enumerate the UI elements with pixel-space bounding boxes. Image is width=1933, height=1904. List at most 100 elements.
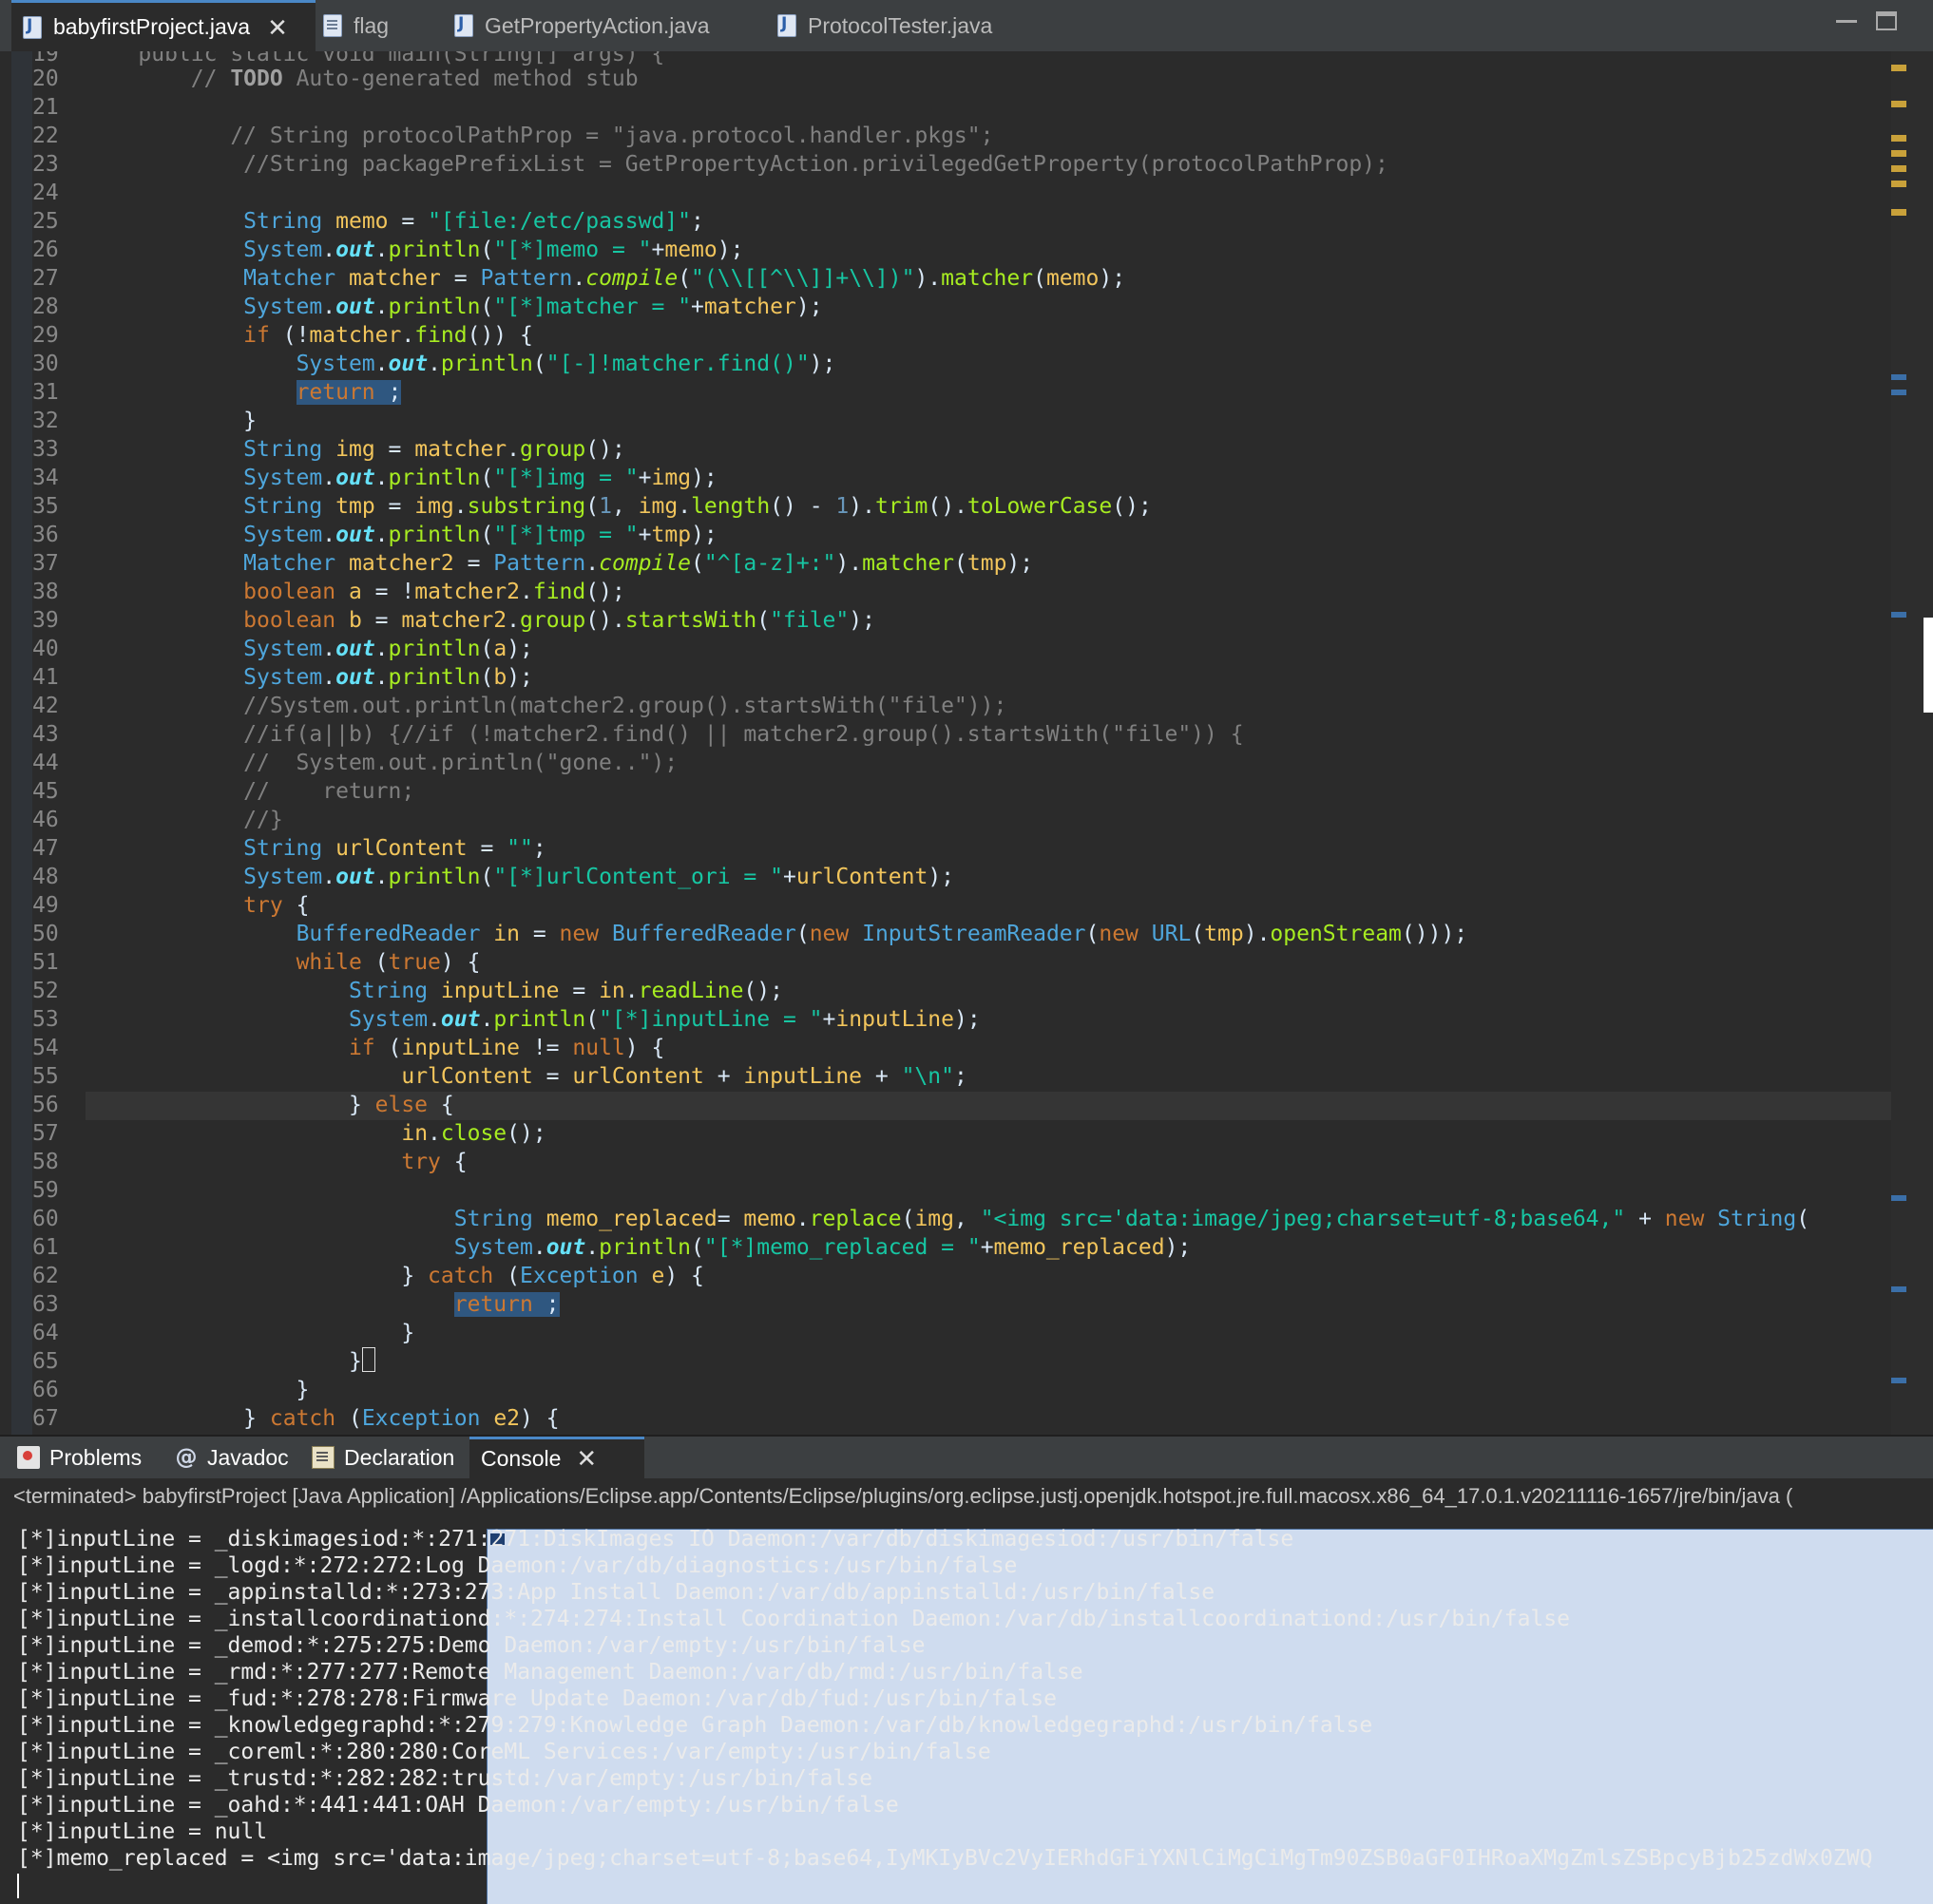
minimize-icon[interactable]: [1836, 11, 1857, 23]
tab-label: Problems: [49, 1444, 143, 1470]
code-line: System.out.println("[*]matcher = "+match…: [243, 295, 823, 319]
tab-protocoltester-java[interactable]: ProtocolTester.java: [777, 0, 1024, 51]
code-line: String img = matcher.group();: [243, 437, 625, 462]
console-line: [*]inputLine = _knowledgegraphd:*:279:27…: [17, 1713, 1373, 1738]
line-number: 64: [32, 1321, 59, 1345]
code-line: Matcher matcher = Pattern.compile("(\\[[…: [243, 266, 1126, 291]
code-line: }: [86, 1378, 310, 1402]
code-line: String inputLine = in.readLine();: [348, 979, 783, 1003]
console-output[interactable]: [*]inputLine = _diskimagesiod:*:271:271:…: [17, 1526, 1929, 1902]
line-number: 54: [32, 1036, 59, 1060]
code-line: //System.out.println(matcher2.group().st…: [86, 694, 1007, 718]
java-file-icon: [777, 14, 796, 37]
code-line: } catch (Exception e) {: [86, 1264, 704, 1288]
line-number: 48: [32, 865, 59, 889]
tab-label: Console: [481, 1446, 562, 1471]
code-line: }: [86, 1321, 415, 1345]
occurrence-marker[interactable]: [1891, 612, 1906, 618]
line-number: 39: [32, 608, 59, 633]
line-number: 47: [32, 836, 59, 861]
tab-babyfirstproject-java[interactable]: babyfirstProject.java ✕: [11, 0, 316, 51]
task-marker[interactable]: [1891, 150, 1906, 157]
console-line: [*]memo_replaced = <img src='data:image/…: [17, 1846, 1873, 1871]
occurrence-marker[interactable]: [1891, 374, 1906, 380]
line-number: 62: [32, 1264, 59, 1288]
code-line: Matcher matcher2 = Pattern.compile("^[a-…: [243, 551, 1034, 576]
tab-label: GetPropertyAction.java: [485, 12, 710, 38]
code-line: String memo_replaced= memo.replace(img, …: [453, 1207, 1810, 1231]
code-editor[interactable]: 19 20 21 22 23 24 25 26 27 28 29 30 31 3…: [0, 51, 1933, 1435]
code-line: System.out.println("[*]urlContent_ori = …: [243, 865, 955, 889]
task-marker[interactable]: [1891, 65, 1906, 71]
line-number: 26: [32, 238, 59, 262]
code-line: boolean a = !matcher2.find();: [243, 580, 625, 604]
code-line: System.out.println("[*]memo_replaced = "…: [453, 1235, 1192, 1260]
task-marker[interactable]: [1891, 209, 1906, 216]
line-number: 33: [32, 437, 59, 462]
tab-label: Declaration: [344, 1444, 455, 1470]
task-marker[interactable]: [1891, 165, 1906, 172]
console-line: [*]inputLine = _trustd:*:282:282:trustd:…: [17, 1766, 873, 1791]
code-line: BufferedReader in = new BufferedReader(n…: [296, 922, 1468, 946]
code-line: } else {: [86, 1093, 454, 1117]
code-line: System.out.println("[*]inputLine = "+inp…: [348, 1007, 981, 1032]
line-number: 66: [32, 1378, 59, 1402]
tab-flag[interactable]: flag: [323, 0, 437, 51]
editor-scrollbar-thumb[interactable]: [1923, 618, 1933, 713]
occurrence-marker[interactable]: [1891, 390, 1906, 395]
line-number: 43: [32, 722, 59, 747]
line-number: 41: [32, 665, 59, 690]
console-caret: [17, 1874, 19, 1898]
code-line: return ;: [453, 1292, 560, 1317]
task-marker[interactable]: [1891, 135, 1906, 142]
occurrence-marker[interactable]: [1891, 1195, 1906, 1201]
tab-declaration[interactable]: Declaration: [312, 1437, 454, 1478]
task-marker[interactable]: [1891, 101, 1906, 107]
line-number: 40: [32, 637, 59, 661]
code-line: try {: [243, 893, 310, 918]
line-number: 51: [32, 950, 59, 975]
tab-label: flag: [354, 12, 390, 38]
line-number: 59: [32, 1178, 59, 1203]
line-number: 50: [32, 922, 59, 946]
task-marker[interactable]: [1891, 181, 1906, 187]
line-number: 52: [32, 979, 59, 1003]
line-number: 20: [32, 67, 59, 91]
code-line: String tmp = img.substring(1, img.length…: [243, 494, 1152, 519]
line-number: 30: [32, 352, 59, 376]
tab-getpropertyaction-java[interactable]: GetPropertyAction.java: [454, 0, 739, 51]
line-number: 32: [32, 409, 59, 433]
tab-label: babyfirstProject.java: [53, 14, 251, 39]
line-number: 24: [32, 181, 59, 205]
code-line: if (!matcher.find()) {: [243, 323, 533, 348]
console-line: [*]inputLine = _demod:*:275:275:Demo Dae…: [17, 1633, 926, 1658]
close-icon[interactable]: ✕: [576, 1444, 597, 1474]
console-line: [*]inputLine = _diskimagesiod:*:271:271:…: [17, 1527, 1294, 1552]
console-line: [*]inputLine = _coreml:*:280:280:CoreML …: [17, 1740, 991, 1764]
tab-label: Javadoc: [207, 1444, 289, 1470]
maximize-icon[interactable]: [1876, 11, 1897, 30]
close-icon[interactable]: ✕: [267, 15, 288, 40]
line-number: 58: [32, 1150, 59, 1174]
tab-problems[interactable]: Problems: [17, 1437, 142, 1478]
code-line: } catch (Exception e2) {: [86, 1406, 560, 1431]
console-line: [*]inputLine = _fud:*:278:278:Firmware U…: [17, 1686, 1057, 1711]
code-line: //}: [86, 808, 283, 832]
code-line: System.out.println("[*]img = "+img);: [243, 466, 718, 490]
line-number: 27: [32, 266, 59, 291]
line-number: 63: [32, 1292, 59, 1317]
console-line: [*]inputLine = _rmd:*:277:277:Remote Man…: [17, 1660, 1083, 1685]
tab-label: ProtocolTester.java: [808, 12, 993, 38]
code-line: String memo = "[file:/etc/passwd]";: [243, 209, 704, 234]
tab-console[interactable]: Console ✕: [469, 1437, 1933, 1904]
line-number: 56: [32, 1093, 59, 1117]
tab-javadoc[interactable]: @ Javadoc: [175, 1437, 289, 1478]
line-number: 36: [32, 523, 59, 547]
occurrence-marker[interactable]: [1891, 1378, 1906, 1383]
occurrence-marker[interactable]: [1891, 1286, 1906, 1292]
line-number: 55: [32, 1064, 59, 1089]
overview-ruler: [1891, 51, 1933, 1435]
java-file-icon: [23, 15, 42, 39]
code-text-area[interactable]: public static void main(String[] args) {…: [86, 51, 1891, 1435]
code-line: if (inputLine != null) {: [348, 1036, 665, 1060]
